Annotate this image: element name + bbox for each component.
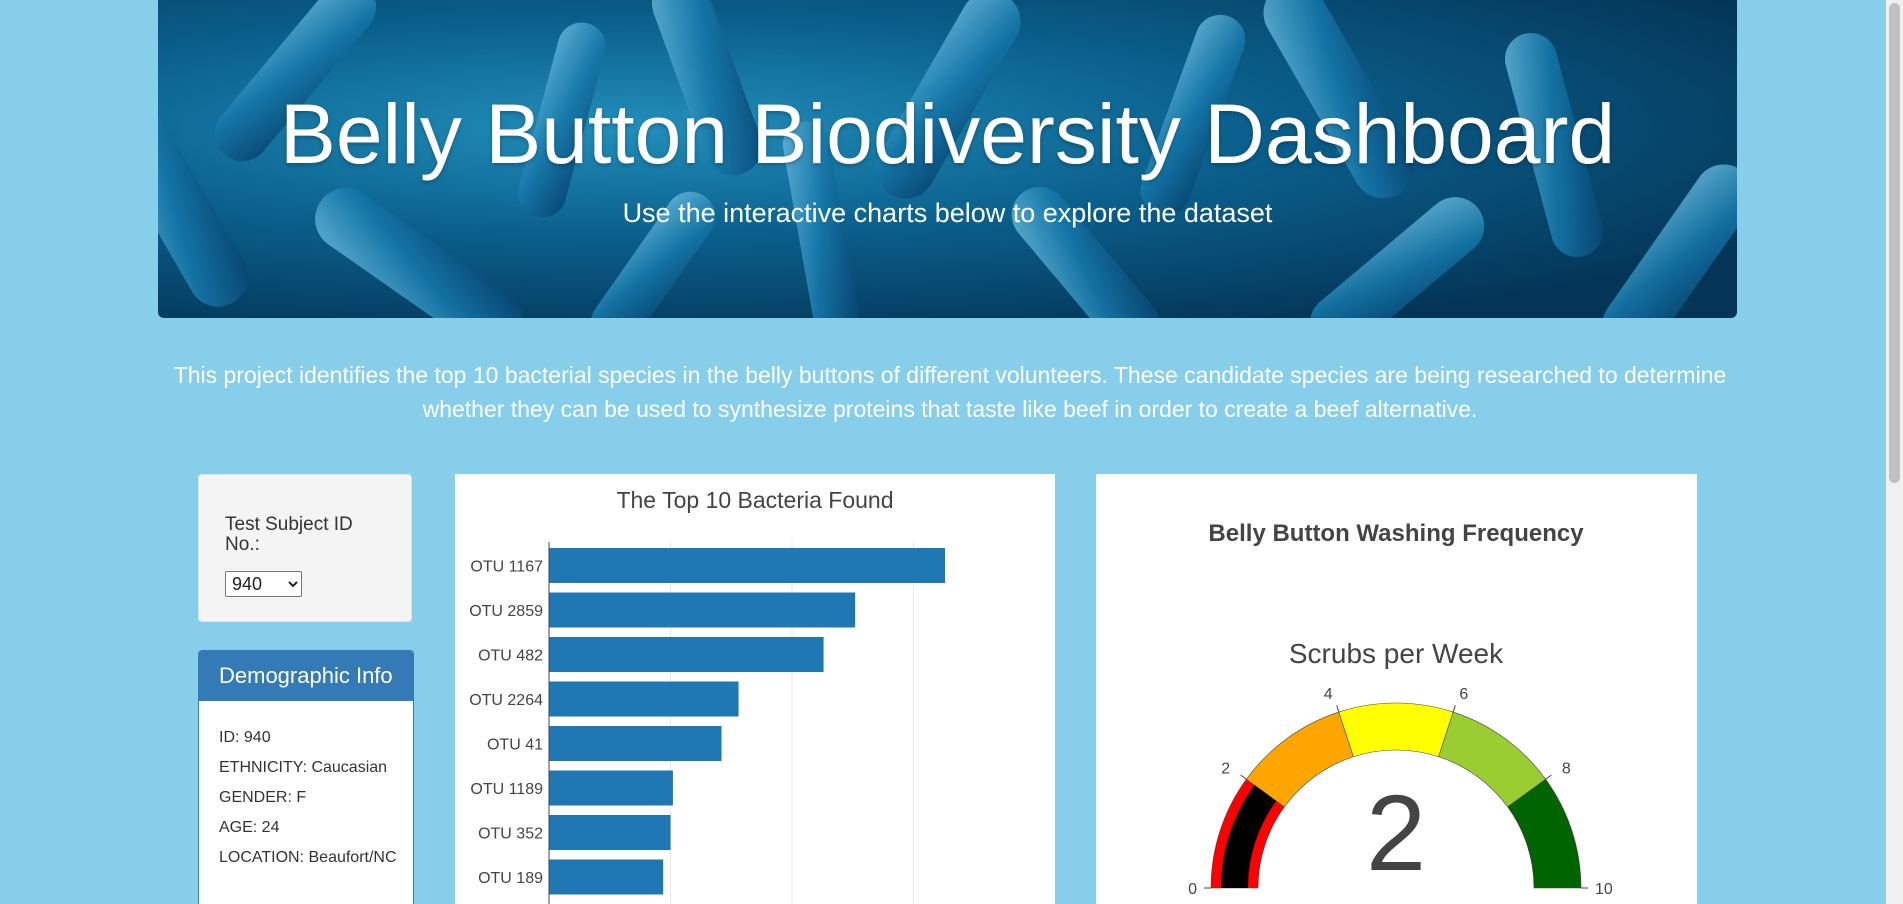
gauge-tick-label: 8 (1562, 761, 1571, 778)
bar-category-label: OTU 1189 (470, 781, 543, 798)
subject-selector-panel: Test Subject ID No.: 940 (198, 474, 412, 622)
demographic-id: ID: 940 (219, 729, 271, 746)
gauge-tick-label: 2 (1221, 761, 1230, 778)
gauge-value-number: 2 (1366, 772, 1426, 893)
bar-otu-41[interactable] (549, 726, 722, 761)
gauge-tick-mark (1452, 705, 1456, 713)
header-banner: Belly Button Biodiversity Dashboard Use … (158, 0, 1737, 318)
top-bacteria-chart-card: The Top 10 Bacteria Found OTU 1167 OTU 28… (455, 474, 1055, 904)
gauge-band-4-6 (1338, 702, 1454, 758)
subject-id-dropdown[interactable]: 940 (225, 571, 302, 597)
washing-frequency-gauge[interactable]: Belly Button Washing Frequency Scrubs pe… (1096, 474, 1697, 904)
top-bacteria-bar-chart[interactable]: The Top 10 Bacteria Found OTU 1167 OTU 28… (455, 474, 1055, 904)
gauge-tick-mark (1240, 774, 1247, 780)
bar-otu-482[interactable] (549, 637, 824, 672)
bar-otu-1167[interactable] (549, 548, 946, 583)
bar-otu-189[interactable] (549, 859, 664, 895)
bar-otu-2264[interactable] (549, 681, 739, 717)
gauge-tick-label: 6 (1459, 686, 1468, 703)
gauge-tick-mark (1545, 774, 1552, 780)
demographic-info-body: ID: 940 ETHNICITY: Caucasian GENDER: F A… (199, 701, 413, 867)
washing-frequency-chart-card: Belly Button Washing Frequency Scrubs pe… (1096, 474, 1697, 904)
subject-selector-label: Test Subject ID No.: (225, 514, 353, 555)
gauge-tick-label: 4 (1324, 686, 1333, 703)
bar-category-label: OTU 2264 (469, 692, 543, 709)
gauge-subtitle: Scrubs per Week (1289, 638, 1504, 669)
dashboard-page: Belly Button Biodiversity Dashboard Use … (0, 0, 1903, 904)
bar-category-label: OTU 2859 (469, 603, 543, 620)
demographic-location: LOCATION: Beaufort/NC (219, 849, 397, 866)
bar-category-label: OTU 352 (478, 826, 543, 843)
project-description: This project identifies the top 10 bacte… (173, 362, 1727, 422)
page-subtitle: Use the interactive charts below to expl… (622, 198, 1273, 228)
demographic-gender: GENDER: F (219, 789, 307, 806)
gauge-tick-label: 10 (1595, 881, 1613, 898)
gauge-tick-mark (1336, 705, 1340, 713)
bar-chart-title: The Top 10 Bacteria Found (616, 487, 893, 513)
bar-category-label: OTU 482 (478, 648, 543, 665)
demographic-info-panel: Demographic Info ID: 940 ETHNICITY: Cauc… (198, 650, 414, 904)
bar-otu-1189[interactable] (549, 770, 673, 806)
bar-otu-2859[interactable] (549, 592, 856, 628)
page-scrollbar-thumb[interactable] (1889, 3, 1900, 483)
demographic-age: AGE: 24 (219, 819, 280, 836)
page-scrollbar[interactable] (1886, 0, 1903, 904)
page-title: Belly Button Biodiversity Dashboard (279, 87, 1616, 181)
bar-category-label: OTU 189 (478, 870, 543, 887)
bar-otu-352[interactable] (549, 815, 671, 850)
gauge-chart-title: Belly Button Washing Frequency (1208, 520, 1584, 547)
demographic-info-heading: Demographic Info (199, 651, 413, 701)
bar-category-label: OTU 41 (487, 737, 543, 754)
demographic-ethnicity: ETHNICITY: Caucasian (219, 759, 388, 776)
gauge-tick-label: 0 (1188, 881, 1197, 898)
bar-category-label: OTU 1167 (470, 559, 543, 576)
